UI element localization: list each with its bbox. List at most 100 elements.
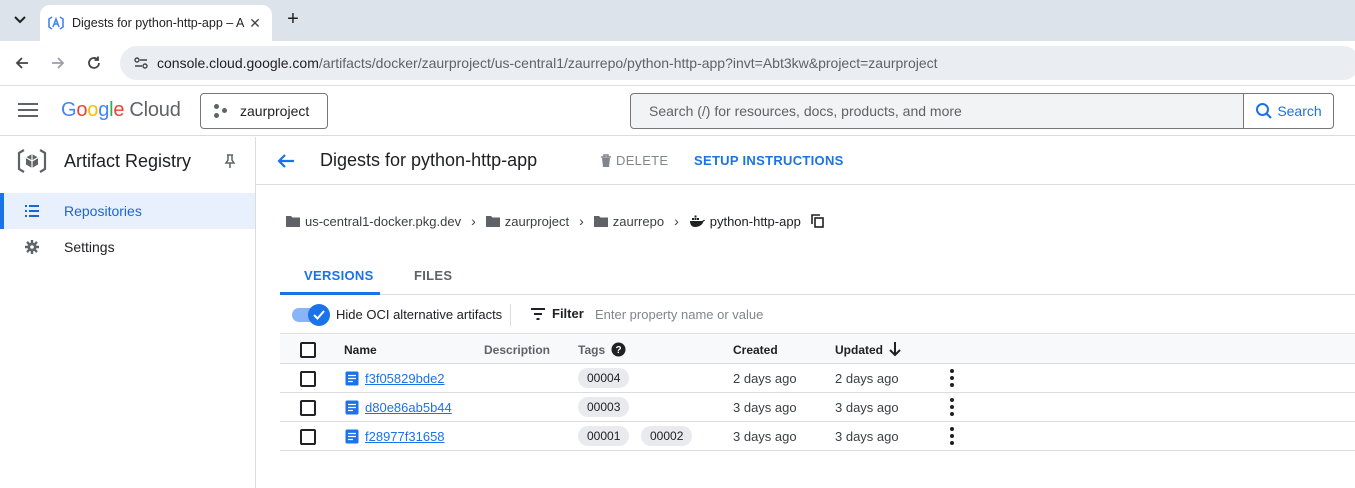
active-indicator [0,193,4,229]
toggle-knob [308,304,330,326]
tab-versions[interactable]: VERSIONS [304,268,374,283]
back-arrow-icon[interactable] [10,51,34,75]
reload-icon[interactable] [82,51,106,75]
tab-files[interactable]: FILES [414,268,452,283]
created-cell: 3 days ago [733,400,797,415]
logo-cloud-word: Cloud [129,99,181,121]
list-icon [25,205,39,217]
filter-icon [531,307,545,320]
filter-label: Filter [552,306,584,321]
browser-tabstrip: Digests for python-http-app – A ✕ + [0,0,1355,41]
updated-cell: 3 days ago [835,400,899,415]
artifact-registry-icon [17,149,47,173]
tag-chip[interactable]: 00002 [641,426,693,446]
row-checkbox[interactable] [300,400,316,416]
tab-search-chevron-icon[interactable] [6,8,34,32]
column-header-created[interactable]: Created [733,343,778,357]
address-bar[interactable]: console.cloud.google.com/artifacts/docke… [120,46,1355,80]
more-actions-icon[interactable] [948,427,956,445]
chevron-right-icon: › [579,213,584,229]
new-tab-button[interactable]: + [282,9,304,31]
sidebar-item-label: Repositories [64,203,142,219]
browser-tab-active[interactable]: Digests for python-http-app – A ✕ [40,5,272,41]
delete-button[interactable]: DELETE [600,153,668,168]
forward-arrow-icon[interactable] [46,51,70,75]
breadcrumb-project[interactable]: zaurproject [485,213,570,229]
chevron-right-icon: › [471,213,476,229]
browser-tab-title: Digests for python-http-app – A [72,16,245,30]
select-all-checkbox[interactable] [300,342,316,358]
digest-link[interactable]: d80e86ab5b44 [365,400,452,415]
folder-icon [286,216,300,227]
site-info-icon[interactable] [130,55,152,71]
row-checkbox[interactable] [300,371,316,387]
tag-chip[interactable]: 00001 [578,426,630,446]
more-actions-icon[interactable] [948,398,956,416]
filter-input[interactable]: Enter property name or value [595,307,763,322]
project-name: zaurproject [240,103,310,119]
gear-icon [25,240,39,254]
url-host: console.cloud.google.com [157,55,319,71]
page-action-bar: Digests for python-http-app DELETE SETUP… [256,137,1355,185]
close-tab-icon[interactable]: ✕ [246,14,264,32]
breadcrumb-image: python-http-app [689,214,801,229]
active-tab-underline [280,292,380,295]
digest-link[interactable]: f28977f31658 [365,429,445,444]
trash-icon [601,153,611,167]
browser-toolbar: console.cloud.google.com/artifacts/docke… [0,41,1355,86]
url-path: /artifacts/docker/zaurproject/us-central… [318,55,938,71]
column-header-name[interactable]: Name [344,343,377,357]
delete-label: DELETE [616,153,669,168]
column-header-tags: Tags [578,343,606,357]
document-icon [345,429,359,444]
back-arrow-icon[interactable] [274,149,298,173]
created-cell: 3 days ago [733,429,797,444]
tag-chip[interactable]: 00003 [578,397,630,417]
row-checkbox[interactable] [300,429,316,445]
pin-icon[interactable] [222,153,238,169]
help-icon[interactable]: ? [611,342,626,357]
sidebar-item-settings[interactable]: Settings [0,229,255,265]
url-text: console.cloud.google.com/artifacts/docke… [157,55,938,71]
artifact-registry-favicon-icon [48,15,64,31]
left-nav: Artifact Registry Repositories Settings [0,137,256,488]
sort-descending-arrow-icon[interactable] [888,341,902,357]
project-picker-button[interactable]: zaurproject [200,93,328,129]
sidebar-item-repositories[interactable]: Repositories [0,193,255,229]
breadcrumb-label: zaurproject [504,213,570,229]
breadcrumb-label: us-central1-docker.pkg.dev [305,213,462,229]
table-row: f3f05829bde2 00004 2 days ago 2 days ago [280,364,1355,393]
search-button[interactable]: Search [1243,93,1334,129]
setup-instructions-button[interactable]: SETUP INSTRUCTIONS [694,153,844,168]
page-title: Digests for python-http-app [320,150,538,170]
breadcrumb-repository[interactable]: zaurrepo [593,213,665,229]
copy-icon[interactable] [811,214,824,228]
docker-icon [689,215,705,227]
column-header-description: Description [484,343,551,357]
breadcrumb-label: python-http-app [709,213,801,229]
breadcrumb: us-central1-docker.pkg.dev › zaurproject… [286,211,824,231]
svg-text:?: ? [615,345,621,356]
breadcrumb-location[interactable]: us-central1-docker.pkg.dev [286,214,461,229]
digest-link[interactable]: f3f05829bde2 [365,371,445,386]
search-button-label: Search [1277,103,1322,119]
updated-cell: 3 days ago [835,429,899,444]
logo-letter: G [61,99,77,121]
table-row: d80e86ab5b44 00003 3 days ago 3 days ago [280,393,1355,422]
table-header: Name Description Tags ? Created Updated [280,335,1355,364]
hamburger-menu-icon[interactable] [18,103,38,119]
more-actions-icon[interactable] [948,369,956,387]
logo-letter: o [87,99,99,121]
tag-chip[interactable]: 00004 [578,368,630,388]
breadcrumb-label: zaurrepo [612,213,665,229]
filter-button[interactable]: Filter [530,306,584,321]
google-cloud-logo[interactable]: Google Cloud [61,99,181,122]
hide-oci-toggle[interactable] [292,304,330,326]
document-icon [345,371,359,386]
cloud-header: Google Cloud zaurproject Search (/) for r… [0,87,1355,136]
chevron-right-icon: › [674,213,679,229]
column-header-updated[interactable]: Updated [835,343,883,357]
logo-letter: g [98,99,110,121]
search-input[interactable]: Search (/) for resources, docs, products… [630,93,1244,129]
logo-letter: e [113,99,125,121]
